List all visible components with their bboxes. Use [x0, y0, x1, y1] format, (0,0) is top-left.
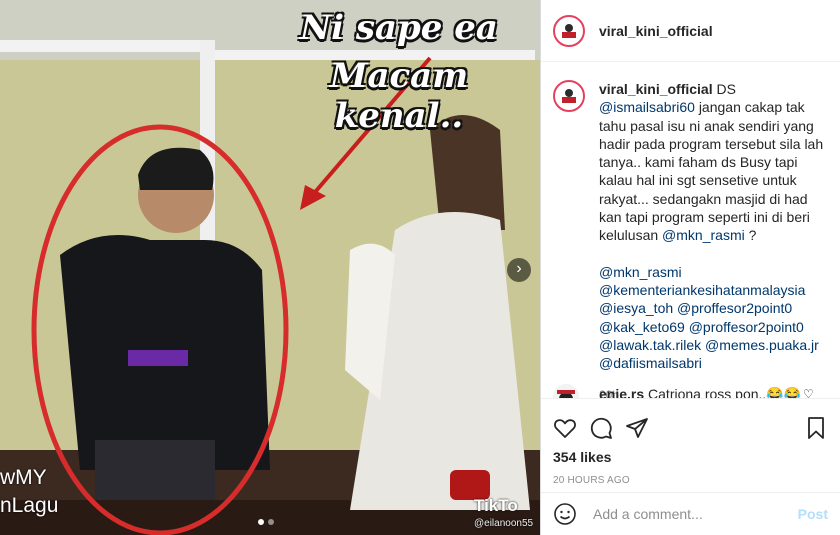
comment-input[interactable]: [591, 505, 798, 523]
caption-first-word: DS: [716, 81, 736, 97]
post-time[interactable]: 20 HOURS AGO: [541, 465, 840, 486]
caption-mention[interactable]: @ismailsabri60: [599, 99, 695, 115]
chevron-right-icon: ›: [516, 260, 522, 277]
header-username[interactable]: viral_kini_official: [599, 23, 713, 39]
add-comment-bar: Post: [541, 492, 840, 535]
comments-section: viral_kini_official DS @ismailsabri60 ja…: [541, 62, 840, 398]
carousel-dots: [258, 519, 274, 525]
avatar-logo-icon: [557, 84, 581, 108]
caption-text: viral_kini_official DS @ismailsabri60 ja…: [599, 80, 828, 398]
comment-icon[interactable]: [589, 416, 613, 440]
tag-line[interactable]: @kementeriankesihatanmalaysia: [599, 281, 828, 299]
watermark-left-1: wMY: [0, 466, 47, 489]
bookmark-icon[interactable]: [804, 416, 828, 440]
comment-heart-icon[interactable]: ♡: [803, 387, 814, 398]
comment-body: Catriona ross pon..😂😂: [648, 386, 802, 398]
comment-item: enie.rs Catriona ross pon..😂😂: [553, 384, 801, 398]
tag-line[interactable]: @dafiismailsabri: [599, 354, 828, 372]
tag-list: @mkn_rasmi @kementeriankesihatanmalaysia…: [599, 263, 828, 373]
carousel-next-button[interactable]: ›: [507, 258, 531, 282]
action-icons: [541, 399, 840, 443]
post-actions: 354 likes 20 HOURS AGO: [541, 398, 840, 486]
tag-line[interactable]: @iesya_toh @proffesor2point0: [599, 299, 828, 317]
caption-username[interactable]: viral_kini_official: [599, 81, 713, 97]
avatar[interactable]: [553, 14, 585, 47]
tag-line[interactable]: @lawak.tak.rilek @memes.puaka.jr: [599, 336, 828, 354]
heart-icon[interactable]: [553, 416, 577, 440]
tiktok-username: @eilanoon55: [474, 518, 534, 529]
overlay-caption-line-1: Ni sape ea: [300, 8, 498, 48]
post-media[interactable]: Ni sape ea Macam kenal.. wMY nLagu TikTo…: [0, 0, 540, 535]
post-side-panel: viral_kini_official viral_kini_official …: [540, 0, 840, 535]
likes-count[interactable]: 354 likes: [541, 443, 840, 465]
caption-end: ?: [748, 227, 757, 244]
carousel-dot: [268, 519, 274, 525]
comment-username[interactable]: enie.rs: [599, 386, 644, 398]
caption-body: jangan cakap tak tahu pasal isu ni anak …: [599, 99, 824, 244]
post-header: viral_kini_official: [541, 0, 840, 62]
overlay-caption-line-2: Macam kenal..: [329, 56, 469, 136]
tag-line[interactable]: @mkn_rasmi: [599, 263, 828, 281]
tiktok-watermark: TikTo: [474, 496, 518, 515]
commenter-avatar[interactable]: [553, 384, 579, 398]
caption-row: viral_kini_official DS @ismailsabri60 ja…: [541, 62, 840, 398]
instagram-post: Ni sape ea Macam kenal.. wMY nLagu TikTo…: [0, 0, 840, 535]
comment-text: enie.rs Catriona ross pon..😂😂: [599, 386, 801, 398]
caption-mention[interactable]: @mkn_rasmi: [662, 227, 745, 243]
post-button[interactable]: Post: [798, 506, 828, 522]
share-icon[interactable]: [625, 416, 649, 440]
caption-avatar[interactable]: [553, 80, 585, 112]
emoji-icon[interactable]: [553, 502, 577, 526]
avatar-logo-icon: [557, 18, 581, 43]
watermark-left-2: nLagu: [0, 494, 59, 517]
carousel-dot-active: [258, 519, 264, 525]
tag-line[interactable]: @kak_keto69 @proffesor2point0: [599, 318, 828, 336]
